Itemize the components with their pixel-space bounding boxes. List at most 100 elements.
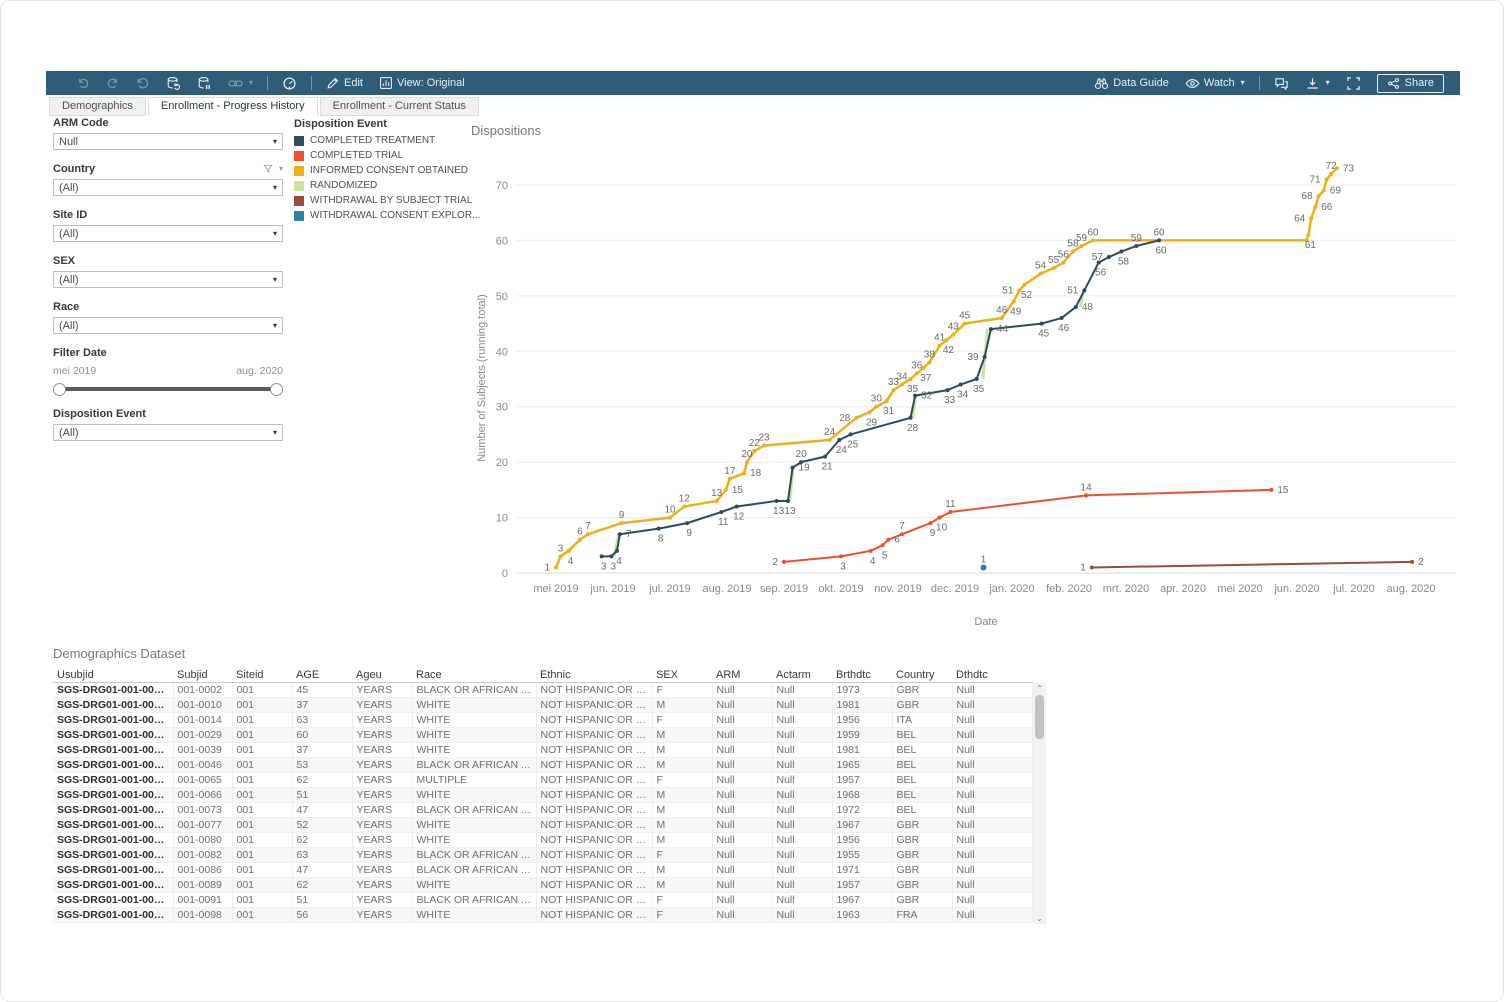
data-point[interactable] xyxy=(609,554,613,558)
table-row[interactable]: SGS-DRG01-001-001-0002001-000200145YEARS… xyxy=(53,683,1032,698)
table-row[interactable]: SGS-DRG01-001-001-0014001-001400163YEARS… xyxy=(53,713,1032,728)
column-header-country[interactable]: Country xyxy=(892,668,952,683)
data-point[interactable] xyxy=(938,344,942,348)
data-point[interactable] xyxy=(927,360,931,364)
data-point[interactable] xyxy=(742,471,746,475)
data-point[interactable] xyxy=(618,532,622,536)
table-row[interactable]: SGS-DRG01-001-001-0080001-008000162YEARS… xyxy=(53,833,1032,848)
data-point[interactable] xyxy=(1090,565,1094,569)
scroll-down-icon[interactable]: ⌄ xyxy=(1033,913,1046,924)
column-header-race[interactable]: Race xyxy=(412,668,536,683)
link-button[interactable]: ▾ xyxy=(220,71,261,95)
column-header-ageu[interactable]: Ageu xyxy=(352,668,412,683)
column-header-brthdtc[interactable]: Brthdtc xyxy=(832,668,892,683)
data-point[interactable] xyxy=(735,504,739,508)
data-point[interactable] xyxy=(728,477,732,481)
series-line[interactable] xyxy=(784,490,1271,562)
data-point[interactable] xyxy=(799,460,803,464)
data-point[interactable] xyxy=(869,549,873,553)
data-point[interactable] xyxy=(1012,299,1016,303)
data-point[interactable] xyxy=(1000,316,1004,320)
revert-button[interactable] xyxy=(128,71,158,95)
filter-dropdown[interactable]: Null▾ xyxy=(53,133,283,150)
data-point[interactable] xyxy=(1322,189,1326,193)
data-point[interactable] xyxy=(839,554,843,558)
data-point[interactable] xyxy=(938,516,942,520)
column-header-sex[interactable]: SEX xyxy=(652,668,712,683)
table-row[interactable]: SGS-DRG01-001-001-0082001-008200163YEARS… xyxy=(53,848,1032,863)
data-point[interactable] xyxy=(1119,250,1123,254)
watch-button[interactable]: Watch ▾ xyxy=(1177,71,1253,95)
fullscreen-button[interactable] xyxy=(1338,71,1369,95)
data-guide-button[interactable]: Data Guide xyxy=(1086,71,1177,95)
data-point[interactable] xyxy=(719,510,723,514)
data-point[interactable] xyxy=(959,383,963,387)
data-point[interactable] xyxy=(578,538,582,542)
scroll-up-icon[interactable]: ⌃ xyxy=(1033,683,1046,694)
edit-button[interactable]: Edit xyxy=(318,71,371,95)
data-point[interactable] xyxy=(915,371,919,375)
data-point[interactable] xyxy=(1329,172,1333,176)
filter-dropdown[interactable]: (All)▾ xyxy=(53,271,283,288)
data-point[interactable] xyxy=(752,449,756,453)
data-point[interactable] xyxy=(1091,238,1095,242)
download-button[interactable]: ▾ xyxy=(1297,71,1338,95)
data-point[interactable] xyxy=(762,444,766,448)
table-row[interactable]: SGS-DRG01-001-001-0029001-002900160YEARS… xyxy=(53,728,1032,743)
column-header-subjid[interactable]: Subjid xyxy=(173,668,232,683)
data-point[interactable] xyxy=(951,333,955,337)
data-point[interactable] xyxy=(900,383,904,387)
data-point[interactable] xyxy=(682,504,686,508)
table-row[interactable]: SGS-DRG01-001-001-0086001-008600147YEARS… xyxy=(53,863,1032,878)
data-point[interactable] xyxy=(1061,261,1065,265)
legend-item[interactable]: WITHDRAWAL BY SUBJECT TRIAL xyxy=(294,193,464,208)
legend-item[interactable]: RANDOMIZED xyxy=(294,178,464,193)
legend-item[interactable]: COMPLETED TRIAL xyxy=(294,148,464,163)
column-header-dthdtc[interactable]: Dthdtc xyxy=(952,668,1032,683)
data-point[interactable] xyxy=(1306,233,1310,237)
tab-demographics[interactable]: Demographics xyxy=(49,97,146,116)
data-point[interactable] xyxy=(1080,244,1084,248)
data-point[interactable] xyxy=(620,521,624,525)
data-point[interactable] xyxy=(685,521,689,525)
data-point[interactable] xyxy=(600,554,604,558)
comments-button[interactable] xyxy=(1266,71,1297,95)
data-point[interactable] xyxy=(1309,216,1313,220)
data-point[interactable] xyxy=(1084,493,1088,497)
data-point[interactable] xyxy=(886,538,890,542)
share-button[interactable]: Share xyxy=(1377,74,1444,93)
data-point[interactable] xyxy=(1410,560,1414,564)
table-row[interactable]: SGS-DRG01-001-001-0039001-003900137YEARS… xyxy=(53,743,1032,758)
data-point[interactable] xyxy=(881,543,885,547)
redo-button[interactable] xyxy=(98,71,128,95)
series-withdrawal-by-subject-trial[interactable]: 12 xyxy=(1080,557,1424,574)
data-point[interactable] xyxy=(1040,322,1044,326)
dispositions-line-chart[interactable]: 010203040506070mei 2019jun. 2019jul. 201… xyxy=(471,113,1466,638)
data-point[interactable] xyxy=(1317,194,1321,198)
filter-dropdown[interactable]: (All)▾ xyxy=(53,179,283,196)
data-point[interactable] xyxy=(657,527,661,531)
data-point[interactable] xyxy=(909,377,913,381)
data-point[interactable] xyxy=(946,388,950,392)
data-point[interactable] xyxy=(983,355,987,359)
data-point[interactable] xyxy=(922,366,926,370)
data-point[interactable] xyxy=(745,460,749,464)
data-point[interactable] xyxy=(948,510,952,514)
column-header-arm[interactable]: ARM xyxy=(712,668,772,683)
column-header-actarm[interactable]: Actarm xyxy=(772,668,832,683)
data-point[interactable] xyxy=(868,410,872,414)
data-point[interactable] xyxy=(1335,166,1339,170)
column-header-age[interactable]: AGE xyxy=(292,668,352,683)
tab-enrollment-current-status[interactable]: Enrollment - Current Status xyxy=(320,97,479,116)
data-point[interactable] xyxy=(989,327,993,331)
undo-button[interactable] xyxy=(68,71,98,95)
data-point[interactable] xyxy=(913,394,917,398)
data-point[interactable] xyxy=(891,388,895,392)
data-point[interactable] xyxy=(1074,305,1078,309)
data-point[interactable] xyxy=(928,521,932,525)
column-header-usubjid[interactable]: Usubjid xyxy=(53,668,173,683)
data-point[interactable] xyxy=(900,532,904,536)
series-withdrawal-consent-explor-[interactable]: 1 xyxy=(981,554,987,570)
data-point[interactable] xyxy=(668,516,672,520)
funnel-icon[interactable] xyxy=(263,164,273,174)
